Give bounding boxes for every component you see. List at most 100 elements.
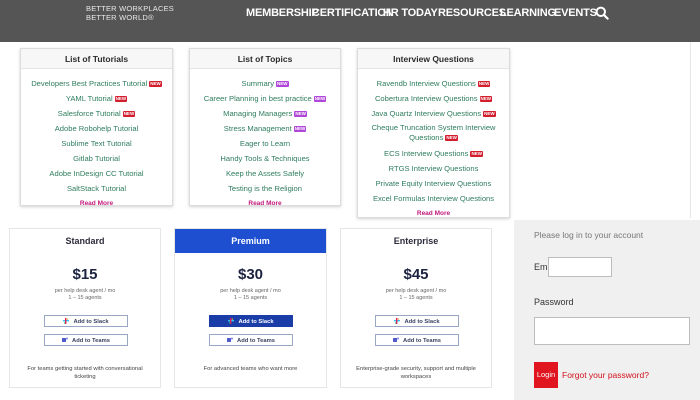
new-badge: NEW <box>294 111 307 117</box>
login-panel: Please log in to your account Email Pass… <box>514 220 700 400</box>
list-item[interactable]: Sublime Text Tutorial <box>21 136 172 151</box>
login-prompt: Please log in to your account <box>534 230 644 240</box>
plan-price: $30 <box>237 266 264 283</box>
list-item[interactable]: Stress Management NEW <box>190 121 340 136</box>
price-per-agent: per help desk agent / mo <box>54 288 116 294</box>
plan-price: $45 <box>403 266 429 283</box>
list-item[interactable]: Eager to Learn <box>190 136 340 151</box>
slack-icon <box>63 317 70 324</box>
new-badge: NEW <box>479 96 493 102</box>
add-to-teams-button[interactable]: Add to Teams <box>209 334 293 346</box>
list-item[interactable]: Cheque Truncation System Interview Quest… <box>358 121 509 146</box>
read-more-link[interactable]: Read More <box>190 200 340 207</box>
plan-price-note: per help desk agent / mo 1 – 15 agents <box>10 288 160 302</box>
new-badge: NEW <box>483 111 496 117</box>
plan-price-note: per help desk agent / mo 1 – 15 agents <box>175 288 326 302</box>
teams-icon <box>227 337 234 342</box>
new-badge: NEW <box>313 96 327 102</box>
list-item[interactable]: ECS Interview Questions NEW <box>358 146 509 161</box>
new-badge: NEW <box>293 126 307 132</box>
slack-icon <box>394 317 401 324</box>
email-field[interactable] <box>548 257 612 277</box>
list-item[interactable]: Cobertura Interview Questions NEW <box>358 91 509 106</box>
slack-icon <box>228 317 235 324</box>
add-to-slack-button[interactable]: Add to Slack <box>375 315 459 327</box>
teams-icon <box>62 337 69 342</box>
card-title: Interview Questions <box>358 49 509 69</box>
plan-description: Enterprise-grade security, support and m… <box>356 366 476 380</box>
card-list-of-topics: List of Topics Summary NEW Career Plannin… <box>189 48 341 207</box>
list-item[interactable]: SaltStack Tutorial <box>21 181 172 196</box>
agent-range: 1 – 15 agents <box>399 295 433 301</box>
new-badge: NEW <box>470 151 483 157</box>
page-side-edge <box>690 42 700 218</box>
list-item[interactable]: Summary NEW <box>190 76 340 91</box>
nav-certification[interactable]: CERTIFICATION <box>312 7 394 21</box>
nav-events[interactable]: EVENTS <box>554 7 597 21</box>
plan-name: Standard <box>65 236 105 246</box>
nav-resources[interactable]: RESOURCES <box>438 7 506 21</box>
password-label: Password <box>534 297 574 307</box>
list-item[interactable]: Gitlab Tutorial <box>21 151 172 166</box>
new-badge: NEW <box>276 81 289 87</box>
login-button[interactable]: Login <box>534 362 558 388</box>
add-to-slack-button[interactable]: Add to Slack <box>209 315 293 327</box>
tutorials-list: Developers Best Practices Tutorial NEW YA… <box>21 69 172 196</box>
plan-price: $15 <box>72 266 98 283</box>
new-badge: NEW <box>445 135 458 141</box>
list-item[interactable]: Developers Best Practices Tutorial NEW <box>21 76 172 91</box>
agent-range: 1 – 15 agents <box>68 295 102 301</box>
new-badge: NEW <box>477 81 491 87</box>
logo-registered-mark: ® <box>148 13 154 22</box>
card-interview-questions: Interview Questions Ravendb Interview Qu… <box>357 48 510 218</box>
pricing-plan-enterprise: Enterprise $45 per help desk agent / mo … <box>340 228 492 388</box>
forgot-password-link[interactable]: Forgot your password? <box>562 370 649 380</box>
list-item[interactable]: Managing Managers NEW <box>190 106 340 121</box>
plan-description: For advanced teams who want more <box>203 366 298 372</box>
new-badge: NEW <box>114 96 128 102</box>
list-item[interactable]: RTGS Interview Questions <box>358 161 509 176</box>
list-item[interactable]: Ravendb Interview Questions NEW <box>358 76 509 91</box>
list-item[interactable]: Excel Formulas Interview Questions <box>358 191 509 206</box>
pricing-plan-premium: Premium $30 per help desk agent / mo 1 –… <box>174 228 327 388</box>
list-item[interactable]: Adobe InDesign CC Tutorial <box>21 166 172 181</box>
password-field[interactable] <box>534 317 690 345</box>
price-per-agent: per help desk agent / mo <box>220 288 281 294</box>
add-to-teams-button[interactable]: Add to Teams <box>44 334 128 346</box>
list-item[interactable]: Keep the Assets Safely <box>190 166 340 181</box>
plan-price-note: per help desk agent / mo 1 – 15 agents <box>341 288 491 302</box>
card-list-of-tutorials: List of Tutorials Developers Best Practi… <box>20 48 173 207</box>
nav-learning[interactable]: LEARNING <box>500 7 556 21</box>
list-item[interactable]: Testing is the Religion <box>190 181 340 196</box>
read-more-link[interactable]: Read More <box>21 200 172 207</box>
list-item[interactable]: YAML Tutorial NEW <box>21 91 172 106</box>
site-logo[interactable]: BETTER WORKPLACES BETTER WORLD® <box>86 4 174 22</box>
list-item[interactable]: Handy Tools & Techniques <box>190 151 340 166</box>
pricing-plan-standard: Standard $15 per help desk agent / mo 1 … <box>9 228 161 388</box>
list-item[interactable]: Career Planning in best practice NEW <box>190 91 340 106</box>
card-title: List of Topics <box>190 49 340 69</box>
card-title: List of Tutorials <box>21 49 172 69</box>
add-to-teams-button[interactable]: Add to Teams <box>375 334 459 346</box>
teams-icon <box>393 337 400 342</box>
list-item[interactable]: Adobe Robohelp Tutorial <box>21 121 172 136</box>
nav-membership[interactable]: MEMBERSHIP <box>246 7 319 21</box>
list-item[interactable]: Private Equity Interview Questions <box>358 176 509 191</box>
price-per-agent: per help desk agent / mo <box>385 288 447 294</box>
nav-hr-today[interactable]: HR TODAY <box>383 7 438 21</box>
list-item[interactable]: Java Quartz Interview Questions NEW <box>358 106 509 121</box>
new-badge: NEW <box>122 111 136 117</box>
agent-range: 1 – 15 agents <box>233 295 268 301</box>
plan-description: For teams getting started with conversat… <box>27 366 143 380</box>
plan-name: Premium <box>175 229 326 253</box>
plan-name: Enterprise <box>393 236 439 246</box>
topics-list: Summary NEW Career Planning in best pract… <box>190 69 340 196</box>
top-navigation-bar: BETTER WORKPLACES BETTER WORLD® MEMBERSH… <box>0 0 700 42</box>
interview-questions-list: Ravendb Interview Questions NEW Cobertura… <box>358 69 509 206</box>
logo-line-2: BETTER WORLD <box>86 13 148 22</box>
list-item[interactable]: Salesforce Tutorial NEW <box>21 106 172 121</box>
new-badge: NEW <box>149 81 162 87</box>
search-icon[interactable] <box>595 6 609 20</box>
read-more-link[interactable]: Read More <box>358 210 509 217</box>
add-to-slack-button[interactable]: Add to Slack <box>44 315 128 327</box>
